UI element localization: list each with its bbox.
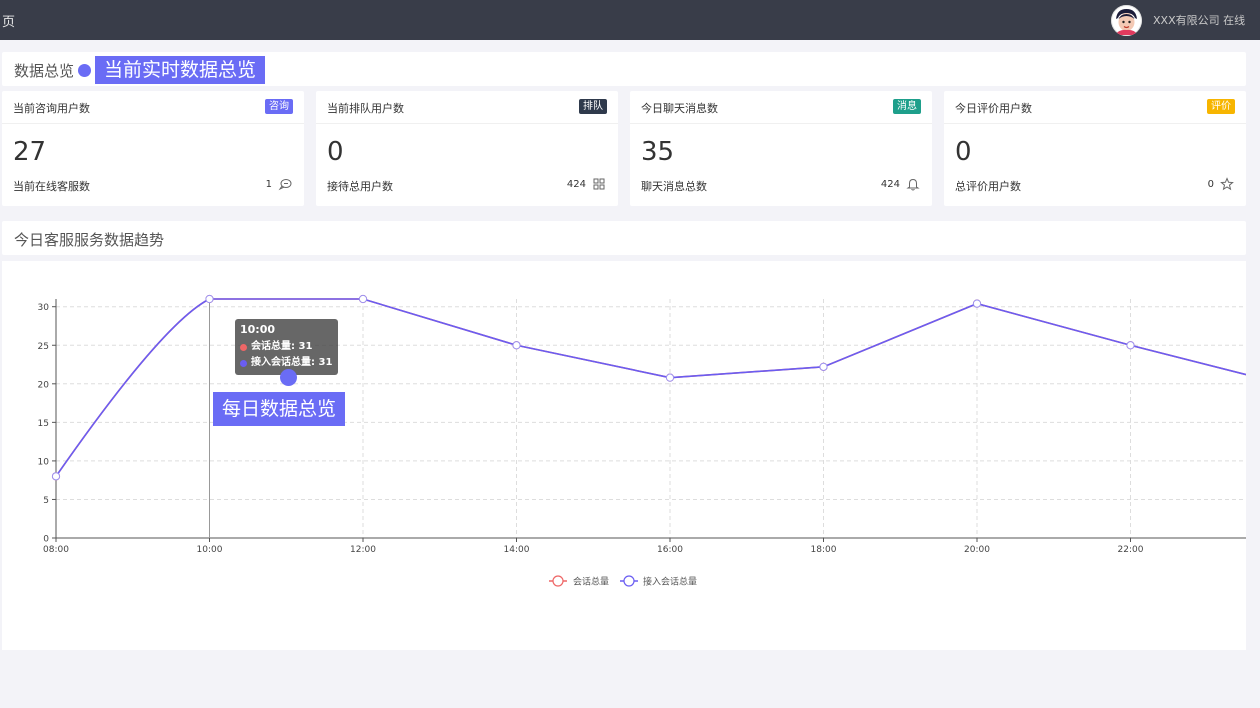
trend-annotation: 每日数据总览 (213, 392, 346, 426)
tooltip-row: 会话总量: 31 (251, 341, 313, 352)
card-foot-value: 0 (1207, 179, 1214, 190)
chart-tooltip: 10:00 会话总量: 31 接入会话总量: 31 (235, 319, 338, 375)
data-point (358, 294, 368, 304)
legend-marker (552, 575, 564, 587)
star-icon (1220, 177, 1234, 191)
y-tick-label: 30 (38, 303, 50, 313)
status-badge: 排队 (579, 99, 607, 114)
trend-chart[interactable]: 0 5 10 15 20 25 30 08:00 10:00 12:00 14:00 16:00 18:… (2, 261, 1246, 650)
x-tick-label: 08:00 (43, 545, 69, 555)
card-value: 35 (641, 137, 675, 167)
status-badge: 咨询 (265, 99, 293, 114)
data-point (205, 294, 214, 304)
x-tick-label: 18:00 (811, 545, 837, 555)
card-consult: 当前咨询用户数 咨询 27 当前在线客服数 1 (2, 91, 304, 206)
avatar-icon (1111, 5, 1142, 36)
trend-chart-panel: 0 5 10 15 20 25 30 08:00 10:00 12:00 14:00 16:00 18:… (2, 261, 1246, 650)
annotation-dot (78, 64, 91, 77)
card-foot-label: 接待总用户数 (327, 180, 393, 193)
card-value: 27 (13, 137, 47, 167)
legend-label: 会话总量 (573, 576, 609, 588)
card-value: 0 (327, 137, 344, 167)
tooltip-row: 接入会话总量: 31 (251, 357, 333, 368)
chat-icon (278, 179, 292, 191)
data-point (819, 362, 828, 371)
trend-title: 今日客服服务数据趋势 (14, 231, 165, 249)
legend-swatch (240, 343, 247, 351)
card-queue: 当前排队用户数 排队 0 接待总用户数 424 (316, 91, 618, 206)
y-tick-label: 10 (38, 457, 50, 467)
y-tick-label: 0 (43, 535, 49, 545)
data-point (665, 373, 675, 382)
y-tick-label: 20 (38, 380, 50, 390)
card-title: 今日评价用户数 (955, 102, 1032, 115)
trend-header: 今日客服服务数据趋势 (2, 221, 1246, 255)
x-tick-label: 20:00 (964, 545, 990, 555)
overview-annotation: 当前实时数据总览 (95, 56, 266, 84)
legend-label: 接入会话总量 (643, 576, 697, 588)
grid-icon (593, 178, 605, 190)
x-tick-label: 10:00 (197, 545, 223, 555)
data-point (1126, 341, 1135, 350)
x-tick-label: 14:00 (504, 545, 530, 555)
avatar[interactable] (1111, 5, 1142, 36)
card-messages: 今日聊天消息数 消息 35 聊天消息总数 424 (630, 91, 932, 206)
company-status[interactable]: XXX有限公司 在线 (1153, 12, 1245, 28)
bell-icon (906, 178, 920, 191)
y-tick-label: 5 (43, 496, 49, 506)
card-foot-label: 当前在线客服数 (13, 180, 90, 193)
card-title: 当前咨询用户数 (13, 102, 90, 115)
card-foot-value: 424 (880, 179, 900, 190)
card-foot-value: 1 (265, 179, 272, 190)
data-point (972, 299, 982, 308)
x-tick-label: 16:00 (657, 545, 683, 555)
data-point (51, 472, 61, 481)
card-title: 今日聊天消息数 (641, 102, 718, 115)
top-bar: 页 XXX有限公司 在线 (0, 0, 1260, 40)
status-badge: 评价 (1207, 99, 1235, 114)
card-foot-label: 聊天消息总数 (641, 180, 707, 193)
x-tick-label: 22:00 (1118, 545, 1144, 555)
overview-title: 数据总览 (14, 62, 75, 80)
x-tick-label: 12:00 (350, 545, 376, 555)
y-tick-label: 25 (38, 342, 49, 352)
annotation-dot (280, 369, 297, 386)
breadcrumb[interactable]: 页 (2, 11, 15, 30)
y-tick-label: 15 (38, 419, 49, 429)
card-title: 当前排队用户数 (327, 102, 404, 115)
legend-swatch (240, 359, 247, 367)
tooltip-time: 10:00 (240, 323, 276, 336)
card-value: 0 (955, 137, 972, 167)
card-reviews: 今日评价用户数 评价 0 总评价用户数 0 (944, 91, 1246, 206)
status-badge: 消息 (893, 99, 921, 114)
data-point (512, 341, 521, 350)
card-foot-label: 总评价用户数 (955, 180, 1021, 193)
legend-marker (623, 575, 635, 587)
card-foot-value: 424 (566, 179, 586, 190)
